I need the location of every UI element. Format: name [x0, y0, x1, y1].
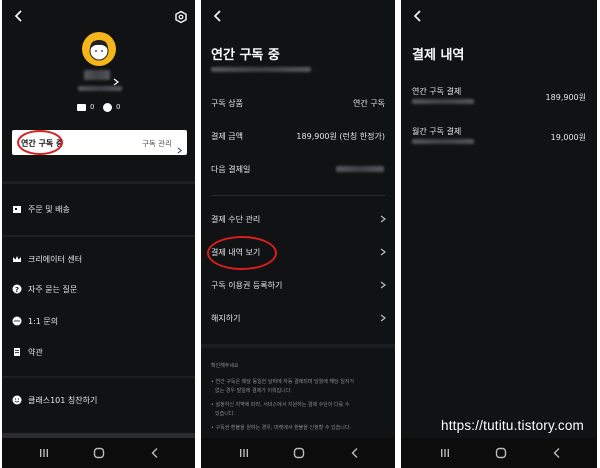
- notice-title: 확인해주세요: [211, 363, 239, 369]
- page-title: 결제 내역: [412, 48, 465, 63]
- subscription-screen: 연간 구독 중 구독 상품 연간 구독 결제 금액 189,900원 (런칭 한…: [201, 0, 395, 468]
- chevron-right-icon: [379, 281, 387, 289]
- menu-item-terms[interactable]: 약관: [2, 343, 195, 361]
- recents-icon[interactable]: [237, 446, 251, 460]
- home-icon[interactable]: [494, 446, 508, 460]
- voucher-register-link[interactable]: 구독 이용권 등록하기: [201, 273, 395, 297]
- settings-icon[interactable]: [174, 9, 188, 24]
- payment-date-redacted: [412, 99, 474, 104]
- back-arrow-icon[interactable]: [12, 9, 26, 23]
- menu-label: 약관: [28, 348, 43, 357]
- avatar[interactable]: [82, 32, 116, 66]
- recents-icon[interactable]: [37, 446, 51, 460]
- menu-item-praise[interactable]: 클래스101 칭찬하기: [2, 391, 195, 409]
- page-title: 연간 구독 중: [211, 48, 280, 63]
- payment-item-amount: 19,000원: [550, 133, 586, 142]
- chat-icon: [12, 316, 22, 326]
- payment-method-link[interactable]: 결제 수단 관리: [201, 207, 395, 231]
- chevron-right-icon: [176, 139, 183, 154]
- recents-icon[interactable]: [438, 446, 452, 460]
- manage-subscription-link[interactable]: 구독 관리: [142, 138, 172, 149]
- nav-back-icon[interactable]: [348, 446, 362, 460]
- smile-icon: [12, 395, 22, 405]
- notice-line: • 구독권 환불을 원하는 경우, 마켓에서 환불을 신청할 수 있습니다.: [211, 425, 352, 431]
- back-arrow-icon[interactable]: [411, 9, 425, 23]
- payment-item[interactable]: 월간 구독 결제 19,000원: [401, 124, 597, 154]
- amount-label: 결제 금액: [211, 132, 243, 141]
- section-divider: [211, 195, 385, 196]
- menu-label: 자주 묻는 질문: [28, 285, 78, 294]
- question-icon: ?: [12, 284, 22, 294]
- next-payment-label: 다음 결제일: [211, 165, 251, 174]
- payment-item-label: 월간 구독 결제: [412, 127, 462, 136]
- home-icon[interactable]: [292, 446, 306, 460]
- home-icon[interactable]: [92, 446, 106, 460]
- notice-line: 있습니다.: [215, 411, 235, 417]
- menu-divider: [2, 376, 195, 378]
- menu-label: 주문 및 배송: [28, 205, 70, 214]
- annotation-circle: [207, 236, 277, 270]
- chevron-right-icon: [379, 215, 387, 223]
- nav-back-icon[interactable]: [148, 446, 162, 460]
- section-divider: [2, 181, 195, 184]
- link-label: 결제 수단 관리: [211, 215, 261, 224]
- notice-line: • 설정하신 지역에 따라, 서비스에서 지원하는 결제 수단이 다를 수: [211, 402, 350, 408]
- payment-item-amount: 189,900원: [545, 93, 586, 102]
- android-nav-bar: [2, 438, 195, 468]
- amount-value: 189,900원 (런칭 한정가): [296, 132, 385, 141]
- crown-icon: [12, 254, 22, 264]
- android-nav-bar: [201, 438, 395, 468]
- coupon-icon: [77, 104, 86, 111]
- point-count: 0: [116, 103, 121, 111]
- product-label: 구독 상품: [211, 99, 243, 108]
- link-label: 구독 이용권 등록하기: [211, 281, 283, 290]
- menu-divider: [2, 235, 195, 237]
- chevron-right-icon: [379, 314, 387, 322]
- menu-item-orders[interactable]: 주문 및 배송: [2, 200, 195, 218]
- link-label: 해지하기: [211, 314, 241, 323]
- android-nav-bar: [401, 438, 597, 468]
- subtitle-redacted: [211, 67, 311, 72]
- delivery-icon: [12, 204, 22, 214]
- payment-date-redacted: [412, 139, 474, 144]
- point-icon: [103, 103, 112, 112]
- chevron-right-icon[interactable]: [112, 71, 120, 86]
- product-value: 연간 구독: [353, 99, 385, 108]
- nav-back-icon[interactable]: [550, 446, 564, 460]
- section-divider: [201, 344, 395, 348]
- coupon-count: 0: [90, 103, 95, 111]
- profile-screen: 0 0 연간 구독 중 구독 관리 주문 및 배송 크리에이터 센터 ? 자주 …: [2, 0, 195, 468]
- notice-line: 없는 경우 말일에 결제가 이뤄집니다.: [215, 388, 292, 394]
- chevron-right-icon: [379, 248, 387, 256]
- payment-history-screen: 결제 내역 연간 구독 결제 189,900원 월간 구독 결제 19,000원…: [401, 0, 597, 468]
- payment-item-label: 연간 구독 결제: [412, 87, 462, 96]
- cancel-subscription-link[interactable]: 해지하기: [201, 306, 395, 330]
- back-arrow-icon[interactable]: [211, 9, 225, 23]
- menu-label: 클래스101 칭찬하기: [28, 396, 98, 405]
- menu-label: 1:1 문의: [28, 317, 59, 326]
- svg-text:?: ?: [15, 286, 19, 294]
- menu-item-creator-center[interactable]: 크리에이터 센터: [2, 250, 195, 268]
- next-payment-date-redacted: [336, 166, 384, 172]
- notice-line: • 연간 구독은 매달 동일한 날짜에 자동 결제되며 당월에 해당 일자가: [211, 379, 355, 385]
- email-redacted: [78, 86, 122, 91]
- menu-label: 크리에이터 센터: [28, 255, 83, 264]
- menu-item-inquiry[interactable]: 1:1 문의: [2, 312, 195, 330]
- watermark: https://tutitu.tistory.com: [439, 418, 586, 433]
- username-redacted: [84, 70, 110, 80]
- payment-item[interactable]: 연간 구독 결제 189,900원: [401, 84, 597, 114]
- annotation-circle: [17, 130, 63, 155]
- document-icon: [12, 347, 22, 357]
- menu-item-faq[interactable]: ? 자주 묻는 질문: [2, 280, 195, 298]
